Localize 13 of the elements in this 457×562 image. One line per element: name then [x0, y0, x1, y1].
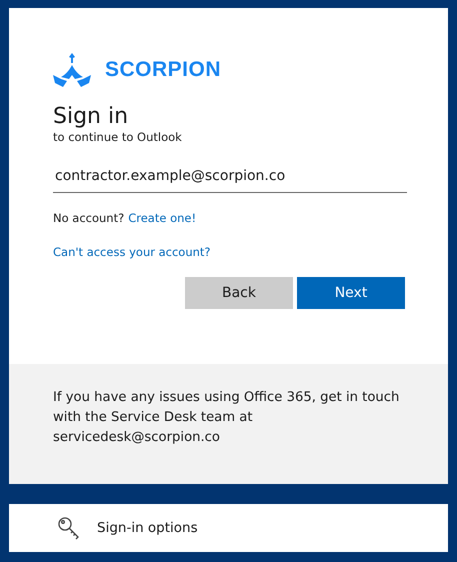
create-account-link[interactable]: Create one!	[128, 211, 196, 225]
key-icon	[57, 516, 81, 540]
subtitle: to continue to Outlook	[53, 130, 183, 144]
cant-access-link[interactable]: Can't access your account?	[53, 245, 211, 259]
next-button[interactable]: Next	[297, 277, 405, 309]
sign-in-options-label: Sign-in options	[97, 520, 198, 536]
notice-text: If you have any issues using Office 365, get in touch with the Service Desk team at servicedesk@scorpion.co	[53, 389, 400, 447]
page-title: Sign in	[53, 104, 130, 130]
sign-in-options-button[interactable]: Sign-in options	[9, 504, 448, 552]
no-account-text: No account?	[53, 211, 124, 225]
back-button[interactable]: Back	[185, 277, 293, 309]
scorpion-logo-icon	[53, 53, 91, 87]
brand-name: SCORPION	[105, 58, 222, 82]
